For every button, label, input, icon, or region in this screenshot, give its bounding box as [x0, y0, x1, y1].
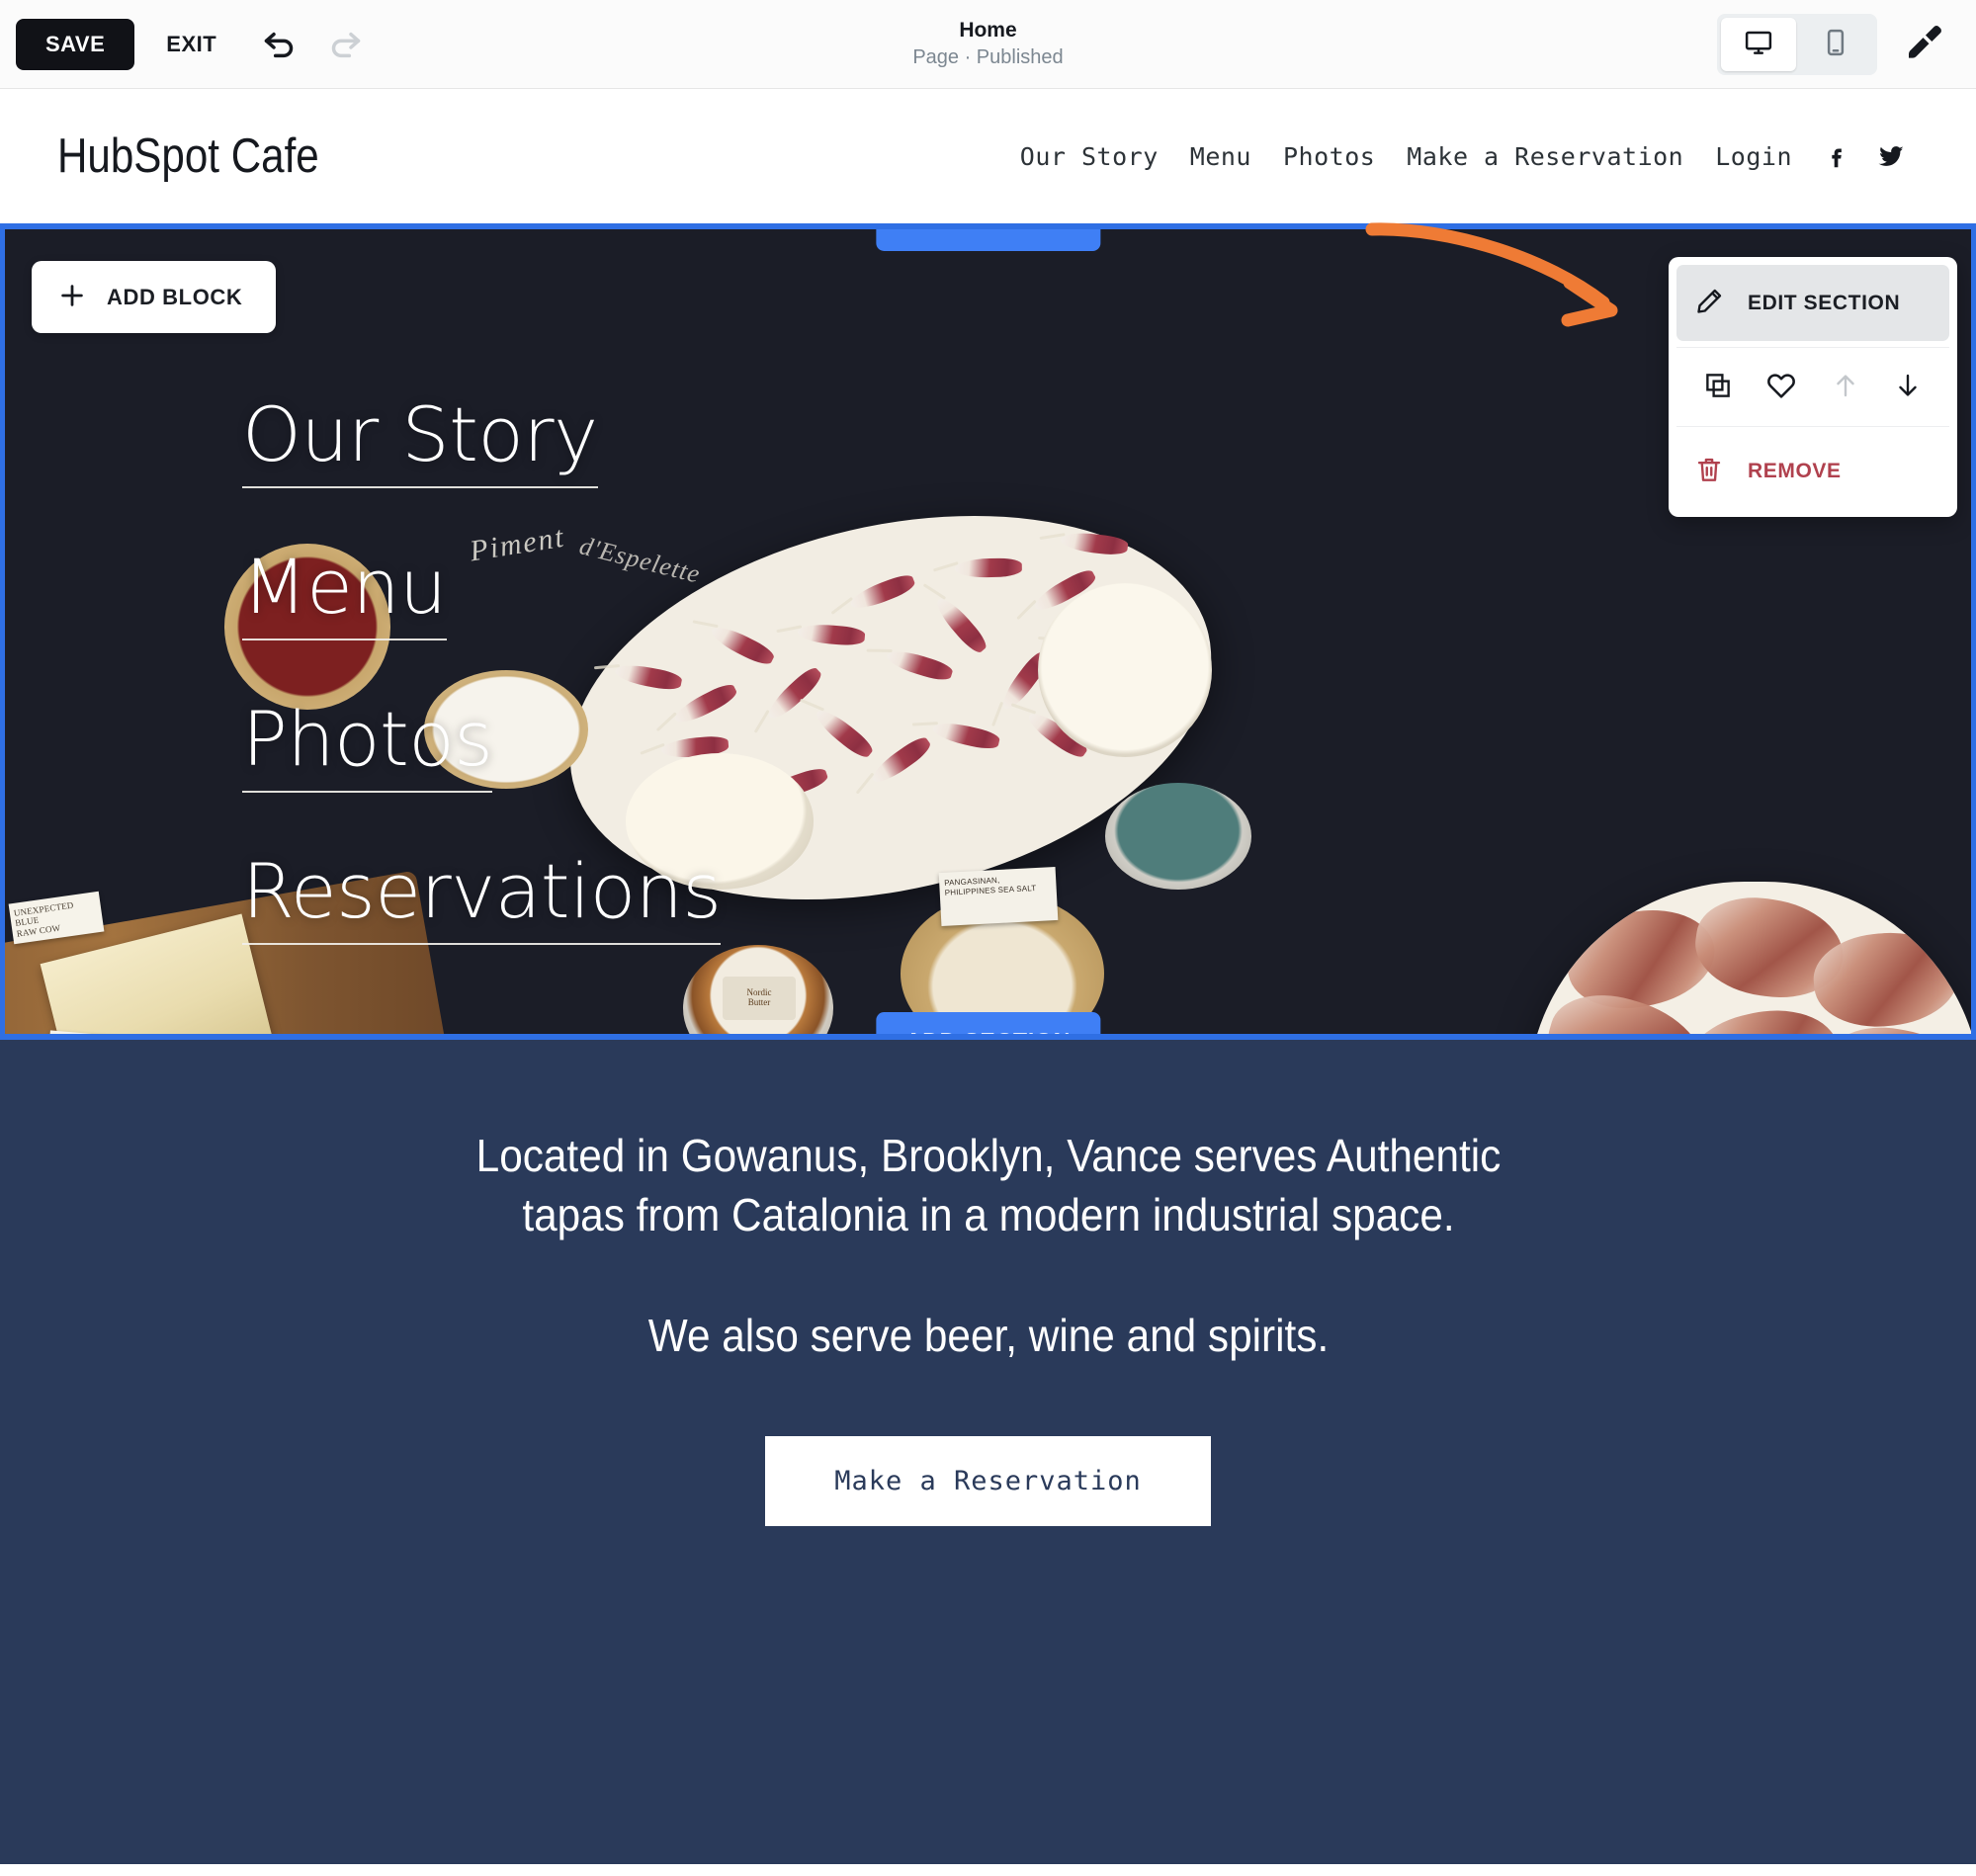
nav-link-our-story[interactable]: Our Story: [1004, 142, 1174, 171]
theme-editor-button[interactable]: [1895, 15, 1954, 74]
hero-section[interactable]: UNEXPECTEDBLUERAW COW ORTRUGAPecoraNO CL…: [0, 223, 1976, 1040]
page-status: Page · Published: [912, 45, 1064, 68]
intro-paragraph-2: We also serve beer, wine and spirits.: [647, 1309, 1329, 1361]
nav-link-photos[interactable]: Photos: [1267, 142, 1391, 171]
heart-icon: [1765, 370, 1797, 404]
butter-label: Nordic Butter: [723, 977, 796, 1020]
move-section-down-button[interactable]: [1885, 367, 1931, 407]
device-desktop-button[interactable]: [1721, 17, 1796, 71]
intro-spacer: [40, 1245, 1936, 1307]
hero-link-photos[interactable]: Photos: [242, 702, 493, 793]
exit-button[interactable]: EXIT: [140, 19, 242, 70]
hero-link-menu[interactable]: Menu: [242, 550, 447, 640]
arrow-up-icon: [1831, 371, 1860, 403]
remove-section-label: REMOVE: [1748, 459, 1842, 482]
teal-lid-jar: [1105, 783, 1251, 890]
paintbrush-icon: [1905, 23, 1944, 65]
site-navigation: Our Story Menu Photos Make a Reservation…: [1004, 133, 1919, 179]
hero-link-our-story[interactable]: Our Story: [242, 397, 598, 488]
intro-paragraph-1: Located in Gowanus, Brooklyn, Vance serv…: [475, 1130, 1501, 1240]
section-context-menu: EDIT SECTION REMOVE: [1669, 257, 1957, 517]
trash-icon: [1694, 455, 1724, 487]
hero-menu: Our Story Menu Photos Reservations: [242, 397, 722, 1006]
add-section-bottom-button[interactable]: ADD SECTION: [875, 1012, 1101, 1034]
redo-icon: [326, 23, 366, 65]
device-preview-toggle[interactable]: [1717, 13, 1877, 75]
pencil-icon: [1694, 287, 1724, 319]
desktop-icon: [1744, 28, 1773, 60]
clone-section-button[interactable]: [1695, 367, 1741, 407]
page-title: Home: [959, 19, 1017, 43]
mobile-icon: [1821, 28, 1850, 60]
toolbar-left-group: SAVE EXIT: [0, 14, 377, 75]
facebook-icon[interactable]: [1808, 133, 1863, 179]
butter-type: Butter: [747, 997, 771, 1007]
selected-section-wrapper: UNEXPECTEDBLUERAW COW ORTRUGAPecoraNO CL…: [0, 222, 1976, 1040]
nav-link-make-a-reservation[interactable]: Make a Reservation: [1391, 142, 1699, 171]
hero-link-reservations[interactable]: Reservations: [242, 854, 722, 945]
nav-link-menu[interactable]: Menu: [1174, 142, 1267, 171]
white-bowl-right: [1038, 583, 1212, 757]
favorite-section-button[interactable]: [1758, 366, 1805, 408]
add-section-top-button[interactable]: ADD SECTION: [875, 229, 1101, 251]
move-section-up-button[interactable]: [1823, 367, 1868, 407]
twitter-icon[interactable]: [1863, 133, 1919, 179]
editor-toolbar: SAVE EXIT Home Page · Published: [0, 0, 1976, 89]
arrow-down-icon: [1893, 371, 1923, 403]
add-block-button[interactable]: ADD BLOCK: [32, 261, 277, 333]
undo-icon: [259, 23, 299, 65]
site-logo[interactable]: HubSpot Cafe: [57, 128, 319, 184]
intro-section[interactable]: Located in Gowanus, Brooklyn, Vance serv…: [0, 1040, 1976, 1864]
add-block-label: ADD BLOCK: [107, 284, 243, 309]
salt-label-card: PANGASINAN, PHILIPPINES SEA SALT: [938, 866, 1059, 927]
save-button[interactable]: SAVE: [16, 18, 135, 70]
plus-icon: [57, 281, 87, 313]
toolbar-right-group: [1717, 13, 1976, 75]
site-header: HubSpot Cafe Our Story Menu Photos Make …: [0, 89, 1976, 223]
edit-section-label: EDIT SECTION: [1748, 291, 1901, 314]
redo-button[interactable]: [315, 14, 377, 75]
clone-icon: [1703, 371, 1733, 403]
charcuterie-platter: [1527, 882, 1971, 1034]
section-action-icons: [1676, 347, 1949, 427]
device-mobile-button[interactable]: [1798, 18, 1873, 71]
make-a-reservation-button[interactable]: Make a Reservation: [765, 1436, 1211, 1527]
remove-section-button[interactable]: REMOVE: [1676, 433, 1949, 509]
undo-button[interactable]: [248, 14, 309, 75]
edit-section-button[interactable]: EDIT SECTION: [1676, 265, 1949, 341]
nav-link-login[interactable]: Login: [1699, 142, 1808, 171]
